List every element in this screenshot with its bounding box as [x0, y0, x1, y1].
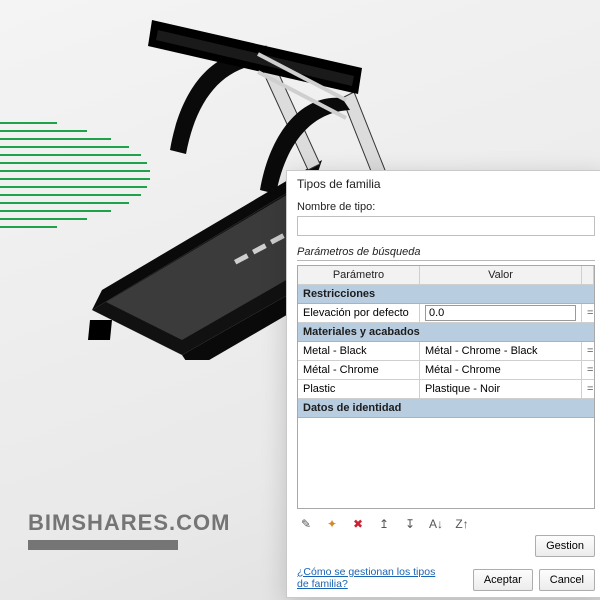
- formula-cell[interactable]: =: [582, 361, 594, 379]
- param-value[interactable]: Métal - Chrome: [420, 361, 582, 379]
- manage-button[interactable]: Gestion: [535, 535, 595, 557]
- formula-cell[interactable]: =: [582, 342, 594, 360]
- sort-desc-icon[interactable]: Z↑: [453, 515, 471, 533]
- param-row[interactable]: Elevación por defecto =: [298, 304, 594, 323]
- group-restricciones[interactable]: Restricciones: [298, 285, 594, 304]
- param-name: Métal - Chrome: [298, 361, 420, 379]
- elevation-input[interactable]: [425, 305, 576, 321]
- cancel-button[interactable]: Cancel: [539, 569, 595, 591]
- param-name: Plastic: [298, 380, 420, 398]
- dialog-title: Tipos de familia: [287, 171, 600, 199]
- param-row[interactable]: Plastic Plastique - Noir =: [298, 380, 594, 399]
- group-materiales[interactable]: Materiales y acabados: [298, 323, 594, 342]
- family-types-dialog: Tipos de familia Nombre de tipo: Parámet…: [286, 170, 600, 598]
- green-hatch-decoration: [0, 122, 150, 252]
- help-link[interactable]: ¿Cómo se gestionan los tipos de familia?: [297, 566, 447, 591]
- param-value[interactable]: Plastique - Noir: [420, 380, 582, 398]
- param-name: Metal - Black: [298, 342, 420, 360]
- ok-button[interactable]: Aceptar: [473, 569, 533, 591]
- search-params-label: Parámetros de búsqueda: [297, 246, 595, 261]
- move-up-icon[interactable]: ↥: [375, 515, 393, 533]
- parameters-grid: Parámetro Valor Restricciones Elevación …: [297, 265, 595, 509]
- grid-header-row: Parámetro Valor: [298, 266, 594, 285]
- param-name: Elevación por defecto: [298, 304, 420, 322]
- sort-asc-icon[interactable]: A↓: [427, 515, 445, 533]
- edit-param-icon[interactable]: ✎: [297, 515, 315, 533]
- param-row[interactable]: Metal - Black Métal - Chrome - Black =: [298, 342, 594, 361]
- header-parameter: Parámetro: [298, 266, 420, 284]
- param-value-cell[interactable]: [420, 304, 582, 322]
- watermark-text: BIMSHARES.COM: [28, 510, 230, 535]
- group-identidad[interactable]: Datos de identidad: [298, 399, 594, 418]
- type-name-input[interactable]: [297, 216, 595, 236]
- move-down-icon[interactable]: ↧: [401, 515, 419, 533]
- type-name-label: Nombre de tipo:: [297, 201, 595, 213]
- new-param-icon[interactable]: ✦: [323, 515, 341, 533]
- formula-cell[interactable]: =: [582, 304, 594, 322]
- delete-param-icon[interactable]: ✖: [349, 515, 367, 533]
- watermark: BIMSHARES.COM: [28, 510, 230, 550]
- header-value: Valor: [420, 266, 582, 284]
- param-toolbar: ✎ ✦ ✖ ↥ ↧ A↓ Z↑: [297, 515, 595, 533]
- param-row[interactable]: Métal - Chrome Métal - Chrome =: [298, 361, 594, 380]
- watermark-bar: [28, 540, 178, 550]
- param-value[interactable]: Métal - Chrome - Black: [420, 342, 582, 360]
- formula-cell[interactable]: =: [582, 380, 594, 398]
